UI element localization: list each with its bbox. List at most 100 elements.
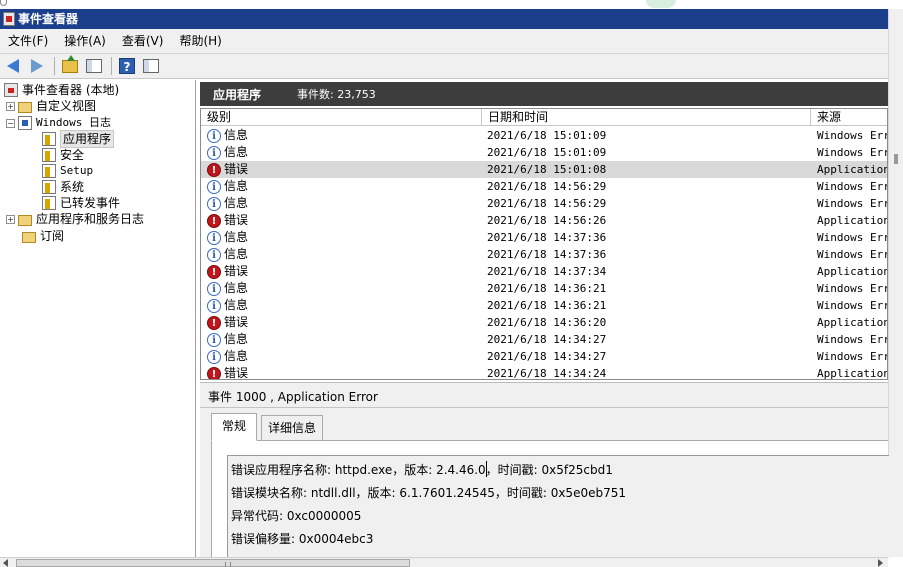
tree-item-windows-logs[interactable]: − Windows 日志 (6, 115, 111, 131)
forward-button[interactable] (26, 56, 48, 76)
expand-icon[interactable]: + (6, 214, 15, 224)
tree-item-setup[interactable]: Setup (42, 163, 93, 179)
log-icon (42, 180, 56, 194)
tree-label: Windows 日志 (36, 116, 111, 129)
collapse-icon[interactable]: − (6, 118, 15, 128)
tab-general[interactable]: 常规 (211, 413, 258, 441)
tree-label: 自定义视图 (36, 99, 97, 113)
table-row[interactable]: i信息 2021/6/18 14:36:21 Windows Erro (201, 297, 887, 314)
table-row[interactable]: i信息 2021/6/18 15:01:09 Windows Erro (201, 144, 887, 161)
toolbar-separator (111, 57, 112, 75)
info-line: 错误偏移量: 0x0004ebc3 (231, 532, 374, 546)
cell-level: i 信息 (207, 331, 477, 348)
error-icon: ! (207, 264, 221, 279)
cell-date: 2021/6/18 14:34:24 (487, 367, 607, 380)
cell-source: Windows Erro (817, 180, 887, 193)
tree-label: 事件查看器 (本地) (22, 83, 120, 97)
cell-level: i 信息 (207, 178, 477, 195)
tree-label: 安全 (60, 148, 85, 162)
vertical-scrollbar[interactable] (888, 9, 903, 557)
cell-source: Application (817, 265, 888, 278)
table-row[interactable]: i信息 2021/6/18 15:01:09 Windows Erro (201, 127, 887, 144)
cell-level: ! 错误 (207, 365, 477, 379)
horizontal-scrollbar[interactable] (0, 557, 888, 567)
table-row[interactable]: ! 错误 2021/6/18 15:01:08 Application (201, 161, 887, 178)
back-button[interactable] (2, 56, 24, 76)
cell-date: 2021/6/18 14:36:21 (487, 282, 607, 295)
folder-up-icon (62, 54, 78, 73)
tree-item-root[interactable]: 事件查看器 (本地) (4, 82, 119, 98)
table-row[interactable]: ! 错误 2021/6/18 14:36:20 Application (201, 314, 887, 331)
table-row[interactable]: i信息 2021/6/18 14:37:36 Windows Erro (201, 246, 887, 263)
menu-view[interactable]: 查看(V) (114, 29, 172, 53)
pane-title: 应用程序 (213, 87, 262, 102)
table-row[interactable]: i信息 2021/6/18 14:56:29 Windows Erro (201, 195, 887, 212)
table-row[interactable]: ! 错误 2021/6/18 14:34:24 Application (201, 365, 887, 380)
info-icon: i (207, 230, 221, 245)
cell-source: Windows Erro (817, 248, 887, 261)
menu-file[interactable]: 文件(F) (0, 29, 56, 53)
table-row[interactable]: i信息 2021/6/18 14:34:27 Windows Erro (201, 331, 887, 348)
event-detail-title: 事件 1000 , Application Error (208, 390, 378, 404)
tree-item-application[interactable]: 应用程序 (42, 130, 115, 148)
cell-source: Windows Erro (817, 231, 887, 244)
level-text: 错误 (224, 315, 249, 329)
cell-source: Windows Erro (817, 350, 887, 363)
text-caret (486, 461, 487, 477)
action-pane-button[interactable] (140, 56, 162, 76)
toolbar-separator (54, 57, 55, 75)
folder-icon (18, 101, 32, 113)
menu-help[interactable]: 帮助(H) (171, 29, 229, 53)
info-icon: i (207, 128, 221, 143)
table-row[interactable]: i信息 2021/6/18 14:37:36 Windows Erro (201, 229, 887, 246)
scrollbar-grip[interactable] (894, 154, 898, 164)
level-text: 信息 (224, 332, 249, 346)
title-bar: 事件查看器 (0, 9, 888, 29)
event-viewer-app-icon (3, 12, 15, 26)
table-row[interactable]: i信息 2021/6/18 14:34:27 Windows Erro (201, 348, 887, 365)
tree-item-custom-views[interactable]: + 自定义视图 (6, 98, 96, 114)
table-row[interactable]: i信息 2021/6/18 14:56:29 Windows Erro (201, 178, 887, 195)
event-count: 事件数: 23,753 (297, 88, 376, 101)
cell-date: 2021/6/18 14:37:36 (487, 231, 607, 244)
event-description-box[interactable]: 错误应用程序名称: httpd.exe，版本: 2.4.46.0，时间戳: 0x… (227, 455, 889, 559)
tab-content: 错误应用程序名称: httpd.exe，版本: 2.4.46.0，时间戳: 0x… (211, 440, 889, 559)
table-row[interactable]: ! 错误 2021/6/18 14:56:26 Application (201, 212, 887, 229)
cell-level: i 信息 (207, 229, 477, 246)
forward-arrow-icon (31, 59, 43, 73)
error-icon: ! (207, 366, 221, 379)
error-icon: ! (207, 315, 221, 330)
column-header-date[interactable]: 日期和时间 (482, 109, 811, 126)
show-hide-tree-button[interactable] (83, 56, 105, 76)
tree-item-app-services-logs[interactable]: + 应用程序和服务日志 (6, 211, 144, 227)
info-icon: i (207, 349, 221, 364)
grip-icon (225, 562, 231, 567)
level-text: 信息 (224, 230, 249, 244)
cell-date: 2021/6/18 14:37:36 (487, 248, 607, 261)
column-header-source[interactable]: 来源 (811, 109, 887, 126)
column-header-level[interactable]: 级别 (201, 109, 482, 126)
menu-action[interactable]: 操作(A) (56, 29, 114, 53)
cell-source: Windows Erro (817, 299, 887, 312)
level-text: 错误 (224, 162, 249, 176)
tree-item-security[interactable]: 安全 (42, 147, 84, 163)
info-icon: i (207, 298, 221, 313)
scroll-left-icon[interactable] (3, 559, 8, 567)
table-row[interactable]: ! 错误 2021/6/18 14:37:34 Application (201, 263, 888, 280)
help-button[interactable]: ? (116, 56, 138, 76)
tab-details[interactable]: 详细信息 (261, 415, 324, 441)
expand-icon[interactable]: + (6, 101, 15, 111)
up-one-level-button[interactable] (59, 54, 81, 76)
level-text: 信息 (224, 145, 249, 159)
scrollbar-thumb[interactable] (16, 559, 410, 567)
level-text: 信息 (224, 281, 249, 295)
tree-item-subscriptions[interactable]: 订阅 (22, 228, 64, 244)
scroll-right-icon[interactable] (878, 559, 883, 567)
navigation-tree: 事件查看器 (本地) + 自定义视图 − Windows 日志 应用程序 安全 … (0, 80, 196, 557)
table-row[interactable]: i信息 2021/6/18 14:36:21 Windows Erro (201, 280, 887, 297)
tree-item-system[interactable]: 系统 (42, 179, 84, 195)
tree-item-forwarded-events[interactable]: 已转发事件 (42, 195, 120, 211)
subscriptions-icon (22, 231, 36, 243)
level-text: 错误 (224, 213, 249, 227)
pane-header: 应用程序 事件数: 23,753 (200, 82, 888, 106)
